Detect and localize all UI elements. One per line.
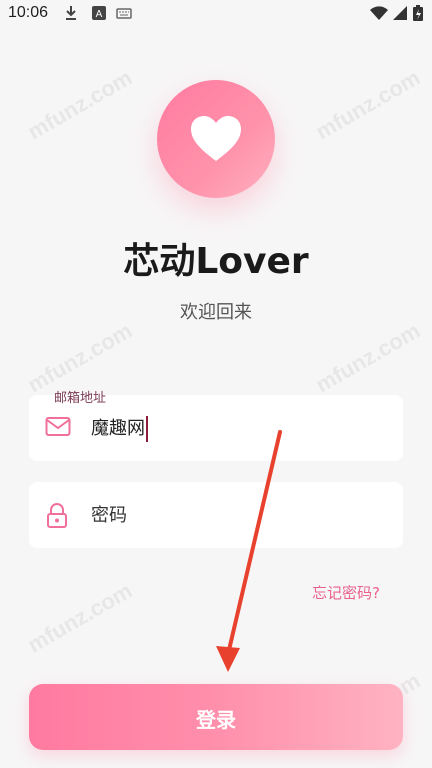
watermark: mfunz.com <box>311 64 425 145</box>
text-caret <box>146 416 148 442</box>
signal-icon <box>392 5 408 25</box>
watermark: mfunz.com <box>23 64 137 145</box>
password-input[interactable]: 密码 <box>91 501 381 527</box>
login-button[interactable]: 登录 <box>29 684 403 750</box>
lock-icon <box>45 503 69 533</box>
status-bar: 10:06 A <box>0 0 432 28</box>
mail-icon <box>45 416 71 442</box>
login-button-label: 登录 <box>196 708 236 732</box>
email-value: 魔趣网 <box>91 418 145 439</box>
download-icon <box>64 5 78 25</box>
watermark: mfunz.com <box>23 577 137 658</box>
email-label: 邮箱地址 <box>54 391 107 406</box>
heart-icon <box>191 116 241 161</box>
forgot-password-link[interactable]: 忘记密码? <box>312 582 380 603</box>
status-time: 10:06 <box>8 4 49 21</box>
font-icon: A <box>92 5 106 25</box>
password-field[interactable]: 密码 <box>29 482 403 548</box>
wifi-icon <box>370 5 388 25</box>
battery-charging-icon <box>413 5 423 25</box>
svg-text:A: A <box>96 9 103 20</box>
email-input[interactable]: 魔趣网 <box>91 414 381 442</box>
keyboard-icon <box>116 5 132 25</box>
app-logo <box>157 80 275 198</box>
app-subtitle: 欢迎回来 <box>180 302 252 323</box>
watermark: mfunz.com <box>311 317 425 398</box>
app-title: 芯动Lover <box>123 241 309 282</box>
